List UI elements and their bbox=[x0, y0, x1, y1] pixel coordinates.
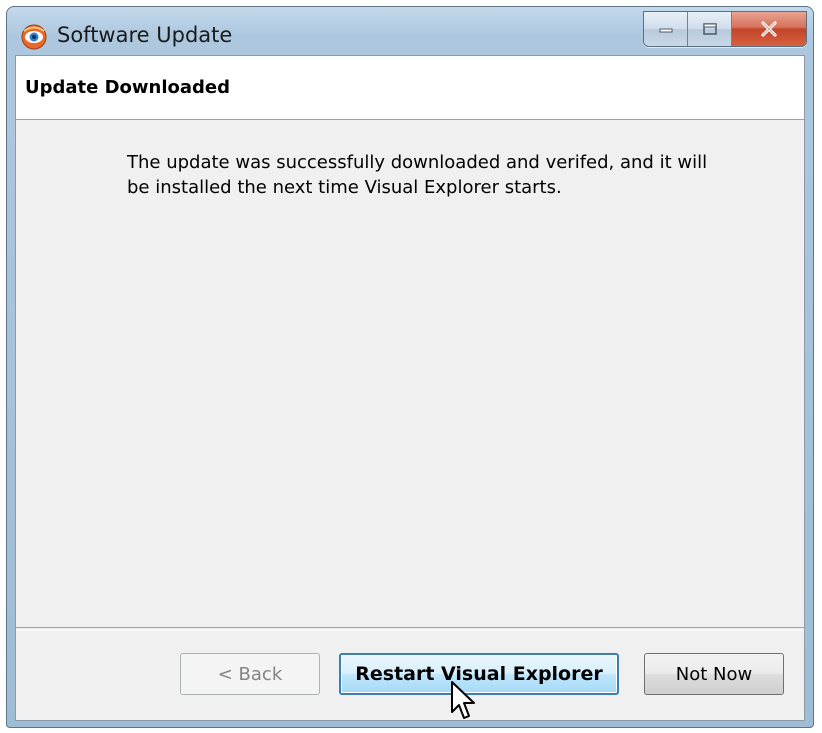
close-icon bbox=[761, 21, 777, 37]
software-update-window: Software Update Update Downloaded The up… bbox=[6, 6, 814, 728]
caption-buttons bbox=[643, 11, 807, 47]
minimize-button[interactable] bbox=[644, 12, 688, 46]
not-now-button[interactable]: Not Now bbox=[644, 653, 784, 695]
window-title: Software Update bbox=[57, 23, 233, 47]
footer-divider bbox=[16, 627, 804, 631]
message-line-2: be installed the next time Visual Explor… bbox=[127, 177, 562, 198]
back-button[interactable]: < Back bbox=[180, 653, 320, 695]
dialog-client-area: Update Downloaded The update was success… bbox=[15, 55, 805, 721]
message-line-1: The update was successfully downloaded a… bbox=[127, 152, 708, 173]
page-header: Update Downloaded bbox=[16, 56, 804, 120]
close-button[interactable] bbox=[732, 12, 806, 46]
status-message: The update was successfully downloaded a… bbox=[127, 150, 767, 200]
minimize-icon bbox=[659, 28, 672, 33]
page-title: Update Downloaded bbox=[25, 77, 231, 98]
maximize-button[interactable] bbox=[688, 12, 732, 46]
arrow-pointer-icon bbox=[451, 681, 475, 719]
app-eye-icon bbox=[21, 24, 47, 50]
maximize-icon bbox=[702, 23, 717, 35]
title-bar[interactable]: Software Update bbox=[7, 7, 813, 55]
